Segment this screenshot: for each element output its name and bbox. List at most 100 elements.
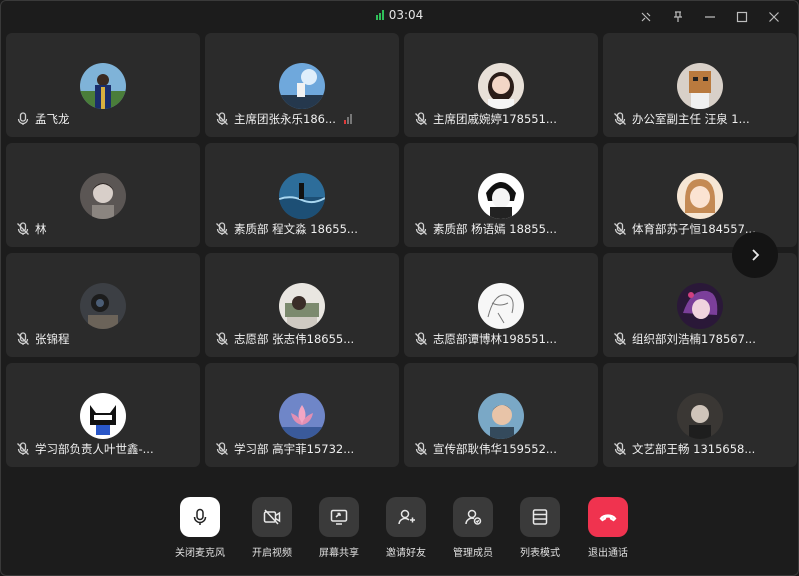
mic-muted-icon bbox=[414, 222, 428, 236]
participant-label: 孟飞龙 bbox=[16, 111, 190, 127]
participant-name: 办公室副主任 汪泉 1... bbox=[632, 112, 750, 126]
participant-tile[interactable]: 张锦程 bbox=[6, 253, 200, 357]
next-page-button[interactable] bbox=[732, 232, 778, 278]
signal-icon bbox=[375, 9, 385, 23]
participant-tile[interactable]: 素质部 程文淼 18655... bbox=[205, 143, 399, 247]
participant-label: 学习部负责人叶世鑫-... bbox=[16, 441, 190, 457]
participant-label: 办公室副主任 汪泉 1... bbox=[613, 111, 787, 127]
mic-icon bbox=[180, 497, 220, 537]
participant-tile[interactable]: 素质部 杨语嫣 18855... bbox=[404, 143, 598, 247]
participant-name: 文艺部王畅 1315658... bbox=[632, 442, 756, 456]
avatar bbox=[478, 173, 524, 219]
share-screen-button[interactable]: 屏幕共享 bbox=[305, 497, 373, 559]
avatar bbox=[80, 173, 126, 219]
hangup-icon bbox=[588, 497, 628, 537]
layout-label: 列表模式 bbox=[520, 548, 560, 559]
participant-name: 组织部刘浩楠178567... bbox=[632, 332, 756, 346]
leave-label: 退出通话 bbox=[588, 548, 628, 559]
avatar bbox=[478, 393, 524, 439]
chevron-right-icon bbox=[752, 249, 760, 261]
mic-muted-icon bbox=[215, 222, 229, 236]
avatar bbox=[478, 283, 524, 329]
avatar bbox=[80, 393, 126, 439]
avatar bbox=[677, 173, 723, 219]
participant-name: 志愿部 张志伟18655... bbox=[234, 332, 355, 346]
participant-tile[interactable]: 办公室副主任 汪泉 1... bbox=[603, 33, 797, 137]
participant-label: 志愿部谭博林198551... bbox=[414, 331, 588, 347]
title-bar: 03:04 bbox=[1, 1, 798, 31]
mic-muted-icon bbox=[16, 332, 30, 346]
participant-tile[interactable]: 主席团戚婉婷178551... bbox=[404, 33, 598, 137]
leave-call-button[interactable]: 退出通话 bbox=[574, 497, 642, 559]
mic-muted-icon bbox=[414, 112, 428, 126]
mic-muted-icon bbox=[414, 332, 428, 346]
video-button[interactable]: 开启视频 bbox=[238, 497, 306, 559]
video-label: 开启视频 bbox=[252, 548, 292, 559]
list-layout-icon bbox=[520, 497, 560, 537]
mute-label: 关闭麦克风 bbox=[175, 548, 225, 559]
mic-muted-icon bbox=[613, 112, 627, 126]
avatar bbox=[279, 283, 325, 329]
participant-tile[interactable]: 学习部 高宇菲15732... bbox=[205, 363, 399, 467]
avatar bbox=[478, 63, 524, 109]
avatar bbox=[80, 63, 126, 109]
participant-name: 素质部 杨语嫣 18855... bbox=[433, 222, 557, 236]
participant-label: 主席团戚婉婷178551... bbox=[414, 111, 588, 127]
volume-indicator-icon bbox=[343, 114, 352, 124]
mic-muted-icon bbox=[414, 442, 428, 456]
participant-label: 素质部 程文淼 18655... bbox=[215, 221, 389, 237]
participant-tile[interactable]: 学习部负责人叶世鑫-... bbox=[6, 363, 200, 467]
mic-muted-icon bbox=[613, 442, 627, 456]
manage-label: 管理成员 bbox=[453, 548, 493, 559]
camera-off-icon bbox=[252, 497, 292, 537]
close-icon[interactable] bbox=[758, 7, 790, 27]
unpin-icon[interactable] bbox=[630, 7, 662, 27]
list-mode-button[interactable]: 列表模式 bbox=[506, 497, 574, 559]
avatar bbox=[677, 393, 723, 439]
participant-tile[interactable]: 志愿部谭博林198551... bbox=[404, 253, 598, 357]
pin-icon[interactable] bbox=[662, 7, 694, 27]
avatar bbox=[677, 283, 723, 329]
participant-name: 主席团戚婉婷178551... bbox=[433, 112, 557, 126]
avatar bbox=[279, 63, 325, 109]
meeting-window: 03:04 孟飞龙 主席团张永乐186... 主席团戚婉婷178551... 办公室副… bbox=[0, 0, 799, 576]
participant-name: 张锦程 bbox=[35, 332, 70, 346]
mic-muted-icon bbox=[16, 442, 30, 456]
maximize-icon[interactable] bbox=[726, 7, 758, 27]
manage-members-button[interactable]: 管理成员 bbox=[439, 497, 507, 559]
participant-name: 素质部 程文淼 18655... bbox=[234, 222, 358, 236]
participant-tile[interactable]: 主席团张永乐186... bbox=[205, 33, 399, 137]
participant-label: 素质部 杨语嫣 18855... bbox=[414, 221, 588, 237]
avatar bbox=[80, 283, 126, 329]
manage-users-icon bbox=[453, 497, 493, 537]
mic-muted-icon bbox=[613, 222, 627, 236]
window-controls bbox=[630, 7, 790, 27]
mic-muted-icon bbox=[215, 112, 229, 126]
call-timer-text: 03:04 bbox=[388, 8, 424, 22]
participant-label: 志愿部 张志伟18655... bbox=[215, 331, 389, 347]
participant-tile[interactable]: 文艺部王畅 1315658... bbox=[603, 363, 797, 467]
participant-tile[interactable]: 林 bbox=[6, 143, 200, 247]
participant-tile[interactable]: 宣传部耿伟华159552... bbox=[404, 363, 598, 467]
participant-label: 文艺部王畅 1315658... bbox=[613, 441, 787, 457]
participant-name: 体育部苏子恒184557... bbox=[632, 222, 756, 236]
participant-label: 组织部刘浩楠178567... bbox=[613, 331, 787, 347]
participant-label: 主席团张永乐186... bbox=[215, 111, 389, 127]
participant-name: 主席团张永乐186... bbox=[234, 112, 336, 126]
participant-name: 宣传部耿伟华159552... bbox=[433, 442, 557, 456]
participant-tile[interactable]: 志愿部 张志伟18655... bbox=[205, 253, 399, 357]
share-label: 屏幕共享 bbox=[319, 548, 359, 559]
participant-tile[interactable]: 孟飞龙 bbox=[6, 33, 200, 137]
participant-name: 孟飞龙 bbox=[35, 112, 70, 126]
invite-button[interactable]: 邀请好友 bbox=[372, 497, 440, 559]
mic-muted-icon bbox=[215, 332, 229, 346]
participant-name: 林 bbox=[35, 222, 47, 236]
mute-button[interactable]: 关闭麦克风 bbox=[166, 497, 234, 559]
mic-muted-icon bbox=[613, 332, 627, 346]
participant-label: 宣传部耿伟华159552... bbox=[414, 441, 588, 457]
add-user-icon bbox=[386, 497, 426, 537]
mic-icon bbox=[16, 112, 30, 126]
minimize-icon[interactable] bbox=[694, 7, 726, 27]
participant-tile[interactable]: 体育部苏子恒184557... bbox=[603, 143, 797, 247]
participant-name: 志愿部谭博林198551... bbox=[433, 332, 557, 346]
